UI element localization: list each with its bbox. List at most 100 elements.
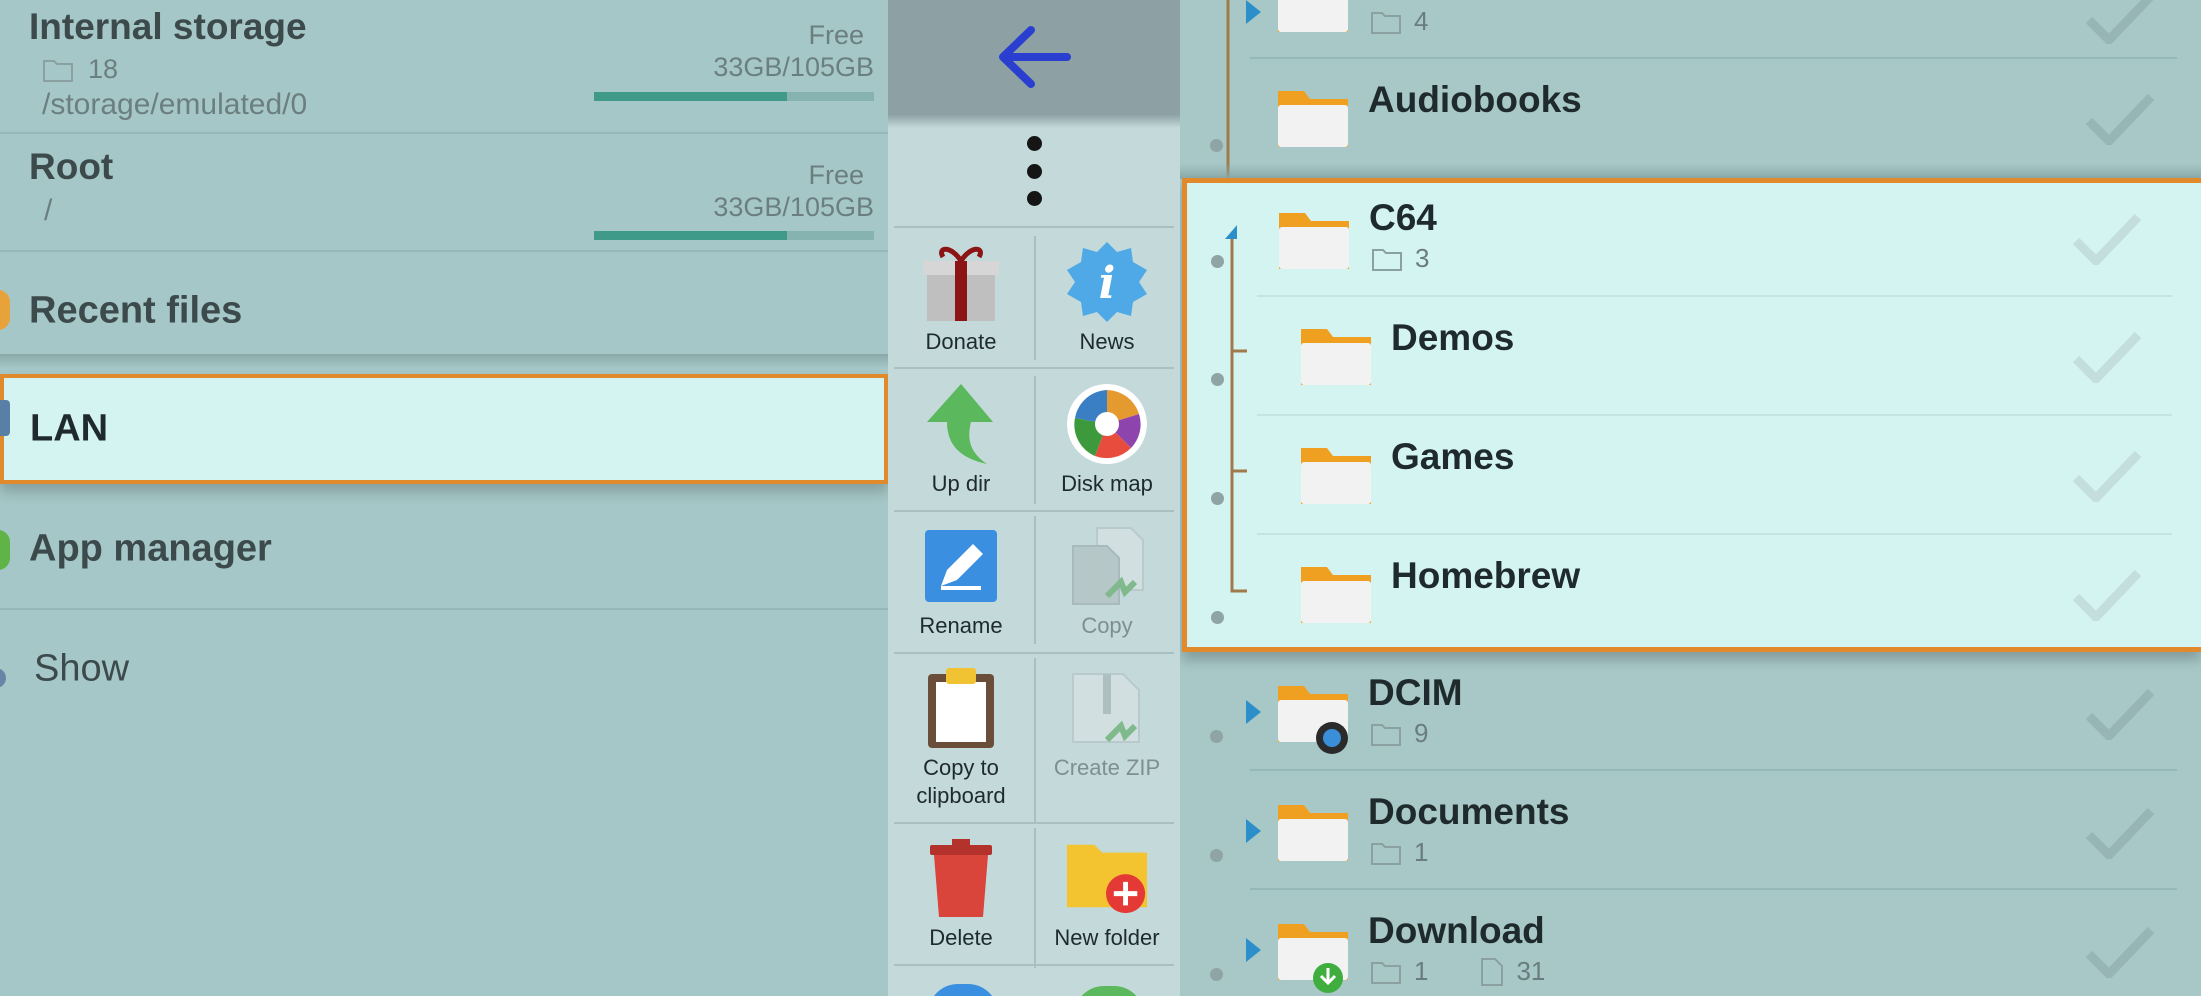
bullet-dot [1211,255,1224,268]
sidebar-item-label: App manager [29,527,272,570]
folder-count: 1 31 [1370,956,1545,987]
bullet-dot [1211,611,1224,624]
folder-row-dcim[interactable]: DCIM 9 [1180,652,2201,771]
folder-count: 3 [1371,243,1429,274]
internal-storage-title: Internal storage [29,6,307,47]
divider [894,964,1174,966]
folder-icon [1301,567,1371,623]
shadow [0,354,888,368]
new-folder-label: New folder [1054,925,1160,950]
sidebar-item-lan[interactable]: LAN [0,374,888,484]
divider [0,608,888,610]
folder-row-games[interactable]: Games [1187,416,2201,535]
delete-button[interactable]: Delete [888,836,1034,952]
folder-outline-icon [1371,723,1401,746]
sidebar-item-show[interactable]: Show [0,626,888,712]
shadow [888,114,1180,128]
checkmark-icon[interactable] [2085,0,2155,44]
copy-to-clipboard-label: Copy to clipboard [916,755,1006,808]
checkmark-icon[interactable] [2085,93,2155,145]
internal-storage-path: /storage/emulated/0 [42,88,308,121]
bullet-dot [1210,849,1223,862]
root-path: / [44,194,53,227]
checkmark-icon[interactable] [2072,569,2142,621]
folder-count: 1 [1370,837,1428,868]
rename-button[interactable]: Rename [888,524,1034,640]
back-button[interactable] [888,0,1180,114]
file-manager-app: Internal storage 18 /storage/emulated/0 … [0,0,2201,996]
copy-documents-icon [1065,524,1149,608]
sidebar-item-label: Recent files [29,289,243,332]
news-button[interactable]: i News [1034,240,1180,356]
folder-icon [1279,213,1349,269]
new-folder-button[interactable]: New folder [1034,836,1180,952]
folder-icon [1278,805,1348,861]
bullet-dot [1210,968,1223,981]
action-toolbar: Donate i News Up dir Disk map Rename Cop… [888,0,1180,996]
expand-arrow-icon [1246,0,1261,24]
folder-name: Demos [1391,317,1515,358]
copy-to-clipboard-button[interactable]: Copy to clipboard [888,666,1034,810]
checkmark-icon[interactable] [2085,807,2155,859]
bullet-dot [1210,139,1223,152]
copy-button[interactable]: Copy [1034,524,1180,640]
internal-storage-folder-count: 18 [42,54,118,85]
expand-arrow-icon [1246,938,1261,962]
zip-archive-icon [1065,666,1149,750]
folder-name: Documents [1368,791,1570,832]
pie-chart-icon [1065,382,1149,466]
partial-tool-icon [1074,986,1144,996]
folder-icon [1278,91,1348,147]
folder-name: Audiobooks [1368,79,1582,120]
root-storage-item[interactable]: Root / Free 33GB/105GB [0,134,888,252]
selected-folder-group: C64 3 Demos Games Homebrew [1182,178,2201,652]
checkmark-icon[interactable] [2072,450,2142,502]
checkmark-icon[interactable] [2072,213,2142,265]
folder-row-partial[interactable]: 4 [1180,0,2201,59]
internal-storage-item[interactable]: Internal storage 18 /storage/emulated/0 … [0,0,888,134]
donate-button[interactable]: Donate [888,240,1034,356]
folder-row-homebrew[interactable]: Homebrew [1187,535,2201,649]
bullet-dot [1210,730,1223,743]
pencil-icon [919,524,1003,608]
folder-outline-icon [1372,248,1402,271]
expand-arrow-icon [1246,819,1261,843]
folder-icon [1301,448,1371,504]
root-usage-bar [594,231,874,240]
folder-name: Games [1391,436,1515,477]
sidebar-item-app-manager[interactable]: App manager [0,506,888,592]
clock-icon [0,290,10,330]
root-size: 33GB/105GB [713,192,874,222]
sidebar-item-label: Show [34,647,130,690]
dot [1026,191,1042,206]
folder-row-c64[interactable]: C64 3 [1187,183,2201,297]
disk-map-button[interactable]: Disk map [1034,382,1180,498]
news-label: News [1079,329,1135,354]
usage-bar-fill [594,92,788,101]
folder-icon [1278,0,1348,32]
folder-name: DCIM [1368,672,1463,713]
folder-name: Download [1368,910,1545,951]
usage-bar-fill [594,231,788,240]
folder-row-audiobooks[interactable]: Audiobooks [1180,59,2201,178]
sidebar-item-recent-files[interactable]: Recent files [0,268,888,354]
checkmark-icon[interactable] [2085,688,2155,740]
svg-text:i: i [1099,258,1116,309]
camera-folder-icon [1278,686,1348,754]
divider [894,510,1174,512]
divider [0,250,888,252]
folder-outline-icon [1371,961,1401,984]
folder-outline-icon [43,59,73,82]
eye-icon [0,668,6,688]
folder-row-demos[interactable]: Demos [1187,297,2201,416]
folder-row-download[interactable]: Download 1 31 [1180,890,2201,996]
dot [1026,163,1042,179]
overflow-menu-button[interactable] [1009,136,1059,206]
folder-row-documents[interactable]: Documents 1 [1180,771,2201,890]
up-dir-button[interactable]: Up dir [888,382,1034,498]
checkmark-icon[interactable] [2072,331,2142,383]
android-icon [0,530,10,570]
create-zip-button[interactable]: Create ZIP [1034,666,1180,782]
network-icon [0,400,10,436]
checkmark-icon[interactable] [2085,926,2155,978]
